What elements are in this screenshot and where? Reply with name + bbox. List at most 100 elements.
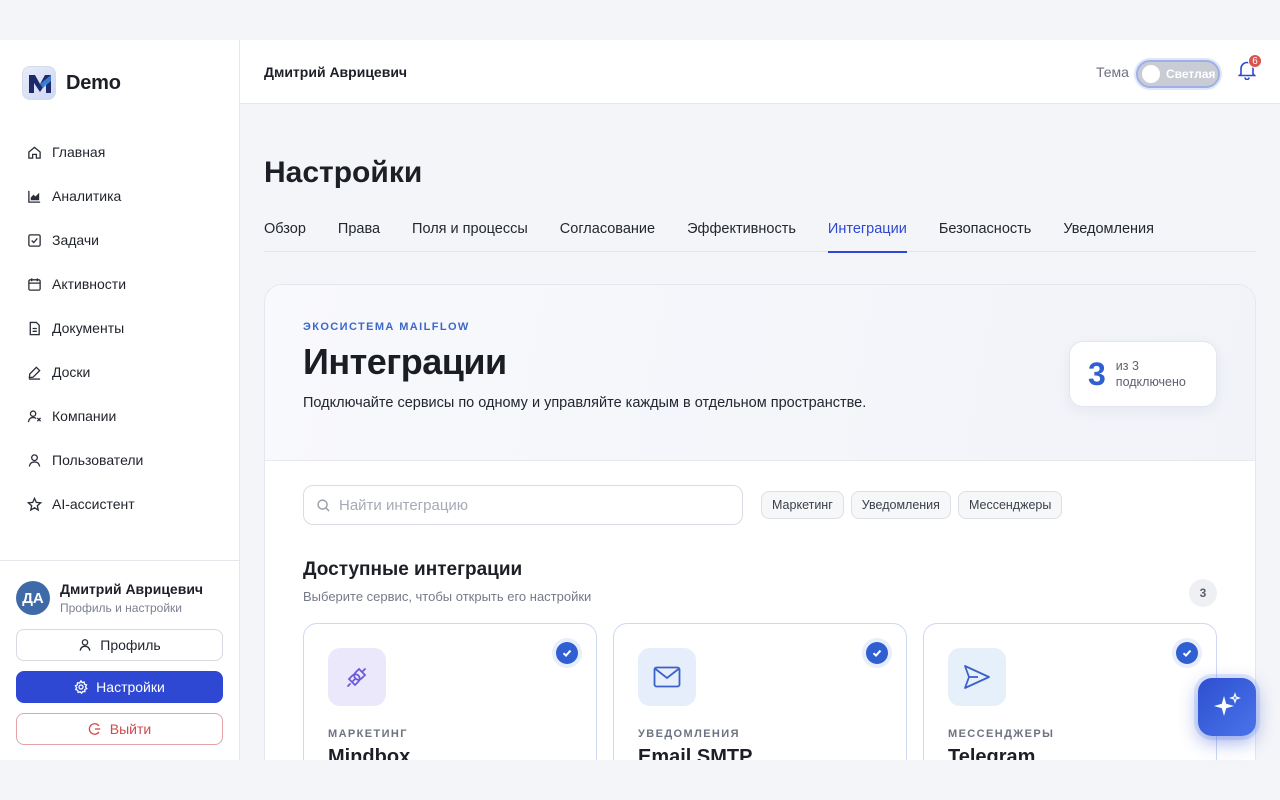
sidebar-item-home[interactable]: Главная bbox=[16, 130, 224, 174]
sidebar-item-users[interactable]: Пользователи bbox=[16, 438, 224, 482]
sidebar-item-label: Документы bbox=[52, 320, 125, 336]
available-integrations-title: Доступные интеграции bbox=[303, 559, 523, 580]
connected-check-icon bbox=[556, 642, 578, 664]
calendar-icon bbox=[26, 276, 42, 292]
sidebar-item-label: Доски bbox=[52, 364, 91, 380]
filter-chips: Маркетинг Уведомления Мессенджеры bbox=[761, 491, 1063, 519]
integrations-hero: ЭКОСИСТЕМА MAILFLOW Интеграции Подключай… bbox=[265, 285, 1255, 461]
avatar: ДА bbox=[16, 581, 50, 615]
sidebar-item-label: Активности bbox=[52, 276, 127, 292]
sidebar-nav: Главная Аналитика Задачи Активности Доку… bbox=[16, 130, 224, 526]
tab-notifications[interactable]: Уведомления bbox=[1063, 212, 1154, 252]
app-window: Demo Главная Аналитика Задачи Активности bbox=[0, 40, 1280, 760]
sidebar-user[interactable]: ДА Дмитрий Аврицевич Профиль и настройки bbox=[16, 581, 203, 615]
integrations-eyebrow: ЭКОСИСТЕМА MAILFLOW bbox=[303, 321, 470, 333]
send-icon bbox=[948, 648, 1006, 706]
logout-button[interactable]: Выйти bbox=[16, 713, 223, 745]
profile-button-label: Профиль bbox=[100, 637, 161, 653]
notifications-badge: 6 bbox=[1248, 54, 1262, 68]
brand-name: Demo bbox=[66, 71, 121, 94]
tab-overview[interactable]: Обзор bbox=[264, 212, 306, 252]
notifications-button[interactable]: 6 bbox=[1237, 54, 1262, 82]
user-icon bbox=[26, 452, 42, 468]
integration-card-mindbox[interactable]: МАРКЕТИНГ Mindbox bbox=[303, 623, 597, 760]
sidebar-item-analytics[interactable]: Аналитика bbox=[16, 174, 224, 218]
connected-check-icon bbox=[866, 642, 888, 664]
tab-security[interactable]: Безопасность bbox=[939, 212, 1032, 252]
sidebar-item-activities[interactable]: Активности bbox=[16, 262, 224, 306]
ai-assistant-button[interactable] bbox=[1198, 678, 1256, 736]
filter-chip-marketing[interactable]: Маркетинг bbox=[761, 491, 844, 519]
integration-category: МАРКЕТИНГ bbox=[328, 728, 408, 740]
integrations-description: Подключайте сервисы по одному и управляй… bbox=[303, 395, 867, 411]
chart-icon bbox=[26, 188, 42, 204]
main-content: Настройки Обзор Права Поля и процессы Со… bbox=[240, 104, 1280, 760]
search-icon bbox=[317, 498, 330, 512]
filter-chip-notifications[interactable]: Уведомления bbox=[850, 491, 951, 519]
sidebar-user-subtitle: Профиль и настройки bbox=[60, 601, 182, 615]
sidebar-item-label: Задачи bbox=[52, 232, 100, 248]
document-icon bbox=[26, 320, 42, 336]
pen-icon bbox=[26, 364, 42, 380]
integration-category: УВЕДОМЛЕНИЯ bbox=[638, 728, 740, 740]
profile-button[interactable]: Профиль bbox=[16, 629, 223, 661]
sidebar-item-label: Аналитика bbox=[52, 188, 122, 204]
connected-label: подключено bbox=[1115, 375, 1186, 389]
integrations-title: Интеграции bbox=[303, 341, 507, 382]
page-title: Настройки bbox=[264, 156, 423, 189]
available-integrations-subtitle: Выберите сервис, чтобы открыть его настр… bbox=[303, 589, 592, 604]
integration-name: Telegram bbox=[948, 746, 1036, 760]
sidebar-item-companies[interactable]: Компании bbox=[16, 394, 224, 438]
integrations-count-badge: 3 bbox=[1189, 579, 1217, 607]
connected-stat: 3 из 3 подключено bbox=[1069, 341, 1217, 407]
sidebar: Demo Главная Аналитика Задачи Активности bbox=[0, 40, 240, 760]
theme-label: Тема bbox=[1096, 64, 1129, 80]
theme-toggle-knob bbox=[1142, 65, 1160, 83]
tab-integrations[interactable]: Интеграции bbox=[827, 212, 907, 253]
sidebar-item-label: Компании bbox=[52, 408, 117, 424]
home-icon bbox=[26, 144, 42, 160]
mail-icon bbox=[638, 648, 696, 706]
sidebar-item-boards[interactable]: Доски bbox=[16, 350, 224, 394]
integration-search[interactable] bbox=[303, 485, 743, 525]
sidebar-user-name: Дмитрий Аврицевич bbox=[60, 581, 204, 597]
integration-card-email-smtp[interactable]: УВЕДОМЛЕНИЯ Email SMTP bbox=[613, 623, 907, 760]
topbar-user-name: Дмитрий Аврицевич bbox=[264, 64, 408, 80]
integration-category: МЕССЕНДЖЕРЫ bbox=[948, 728, 1055, 740]
topbar: Дмитрий Аврицевич Тема Светлая 6 bbox=[240, 40, 1280, 104]
search-input[interactable] bbox=[339, 496, 719, 514]
tab-permissions[interactable]: Права bbox=[338, 212, 380, 252]
filter-chip-messengers[interactable]: Мессенджеры bbox=[957, 491, 1063, 519]
checkbox-icon bbox=[26, 232, 42, 248]
settings-tabs: Обзор Права Поля и процессы Согласование… bbox=[264, 212, 1256, 253]
logout-icon bbox=[88, 723, 101, 735]
sidebar-item-label: AI-ассистент bbox=[52, 496, 135, 512]
connected-count: 3 bbox=[1088, 355, 1106, 392]
tab-approval[interactable]: Согласование bbox=[560, 212, 655, 252]
brand[interactable]: Demo bbox=[22, 66, 121, 100]
theme-toggle-value: Светлая bbox=[1166, 67, 1216, 81]
theme-toggle[interactable]: Светлая bbox=[1136, 60, 1220, 88]
settings-button-label: Настройки bbox=[96, 679, 165, 695]
sidebar-item-documents[interactable]: Документы bbox=[16, 306, 224, 350]
connected-total: из 3 bbox=[1115, 359, 1139, 373]
integration-name: Email SMTP bbox=[638, 746, 753, 760]
gear-icon bbox=[74, 680, 88, 694]
sidebar-item-ai-assistant[interactable]: AI-ассистент bbox=[16, 482, 224, 526]
sidebar-item-label: Пользователи bbox=[52, 452, 144, 468]
tab-fields-processes[interactable]: Поля и процессы bbox=[412, 212, 528, 252]
user-icon bbox=[79, 639, 91, 651]
sidebar-item-label: Главная bbox=[52, 144, 106, 160]
integration-card-telegram[interactable]: МЕССЕНДЖЕРЫ Telegram bbox=[923, 623, 1217, 760]
connected-check-icon bbox=[1176, 642, 1198, 664]
logout-button-label: Выйти bbox=[109, 721, 152, 737]
plug-icon bbox=[328, 648, 386, 706]
brand-logo-icon bbox=[22, 66, 56, 100]
tab-efficiency[interactable]: Эффективность bbox=[687, 212, 796, 252]
star-icon bbox=[26, 496, 42, 512]
integration-name: Mindbox bbox=[328, 746, 411, 760]
sidebar-footer: ДА Дмитрий Аврицевич Профиль и настройки… bbox=[0, 560, 240, 760]
sidebar-item-tasks[interactable]: Задачи bbox=[16, 218, 224, 262]
settings-button[interactable]: Настройки bbox=[16, 671, 223, 703]
companies-icon bbox=[26, 408, 42, 424]
